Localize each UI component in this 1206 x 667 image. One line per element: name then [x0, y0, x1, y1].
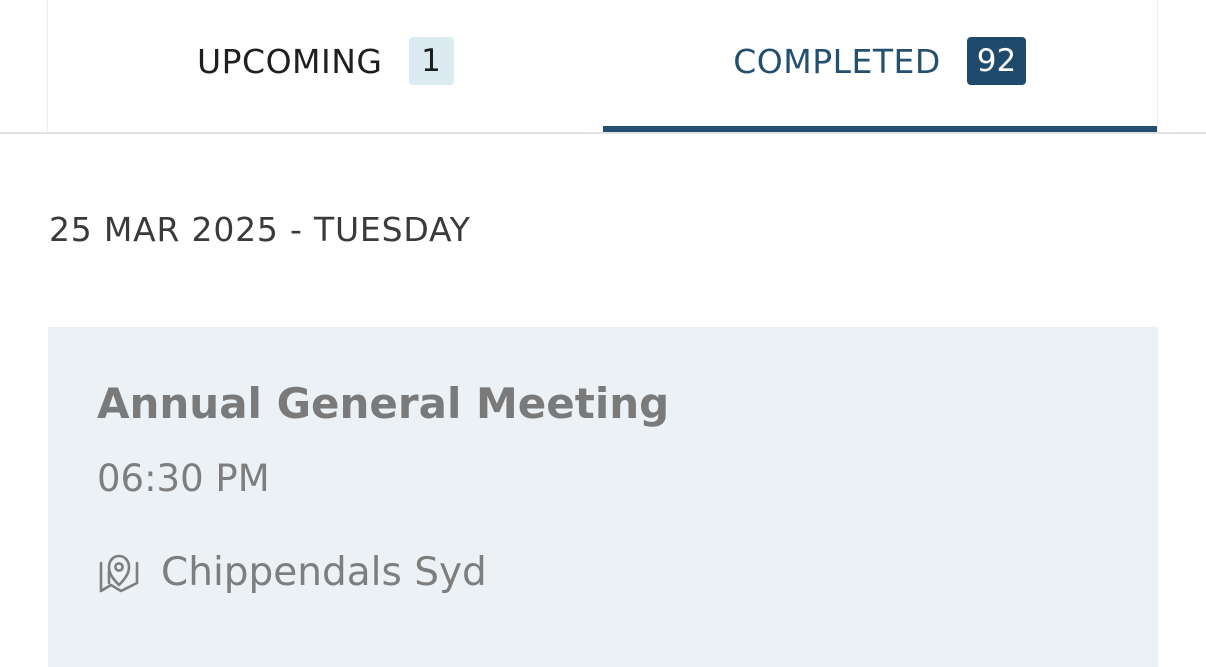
event-location-label: Chippendals Syd [161, 550, 487, 595]
tabs-container: UPCOMING 1 COMPLETED 92 [47, 0, 1158, 132]
event-time: 06:30 PM [97, 457, 270, 500]
tab-completed[interactable]: COMPLETED 92 [602, 0, 1157, 132]
tab-completed-label: COMPLETED [733, 41, 941, 81]
tab-upcoming[interactable]: UPCOMING 1 [48, 0, 603, 132]
map-pin-icon [97, 551, 141, 595]
event-location: Chippendals Syd [97, 550, 487, 595]
tab-bar: UPCOMING 1 COMPLETED 92 [0, 0, 1206, 134]
tab-completed-active-indicator [602, 126, 1157, 132]
date-heading: 25 MAR 2025 - TUESDAY [49, 210, 471, 249]
event-card[interactable]: Annual General Meeting 06:30 PM Chippend… [48, 327, 1158, 667]
tab-upcoming-count-badge: 1 [408, 37, 454, 85]
tab-upcoming-indicator [48, 126, 603, 132]
event-title: Annual General Meeting [97, 379, 670, 428]
tab-upcoming-label: UPCOMING [196, 41, 383, 81]
tab-completed-count-badge: 92 [966, 37, 1027, 85]
